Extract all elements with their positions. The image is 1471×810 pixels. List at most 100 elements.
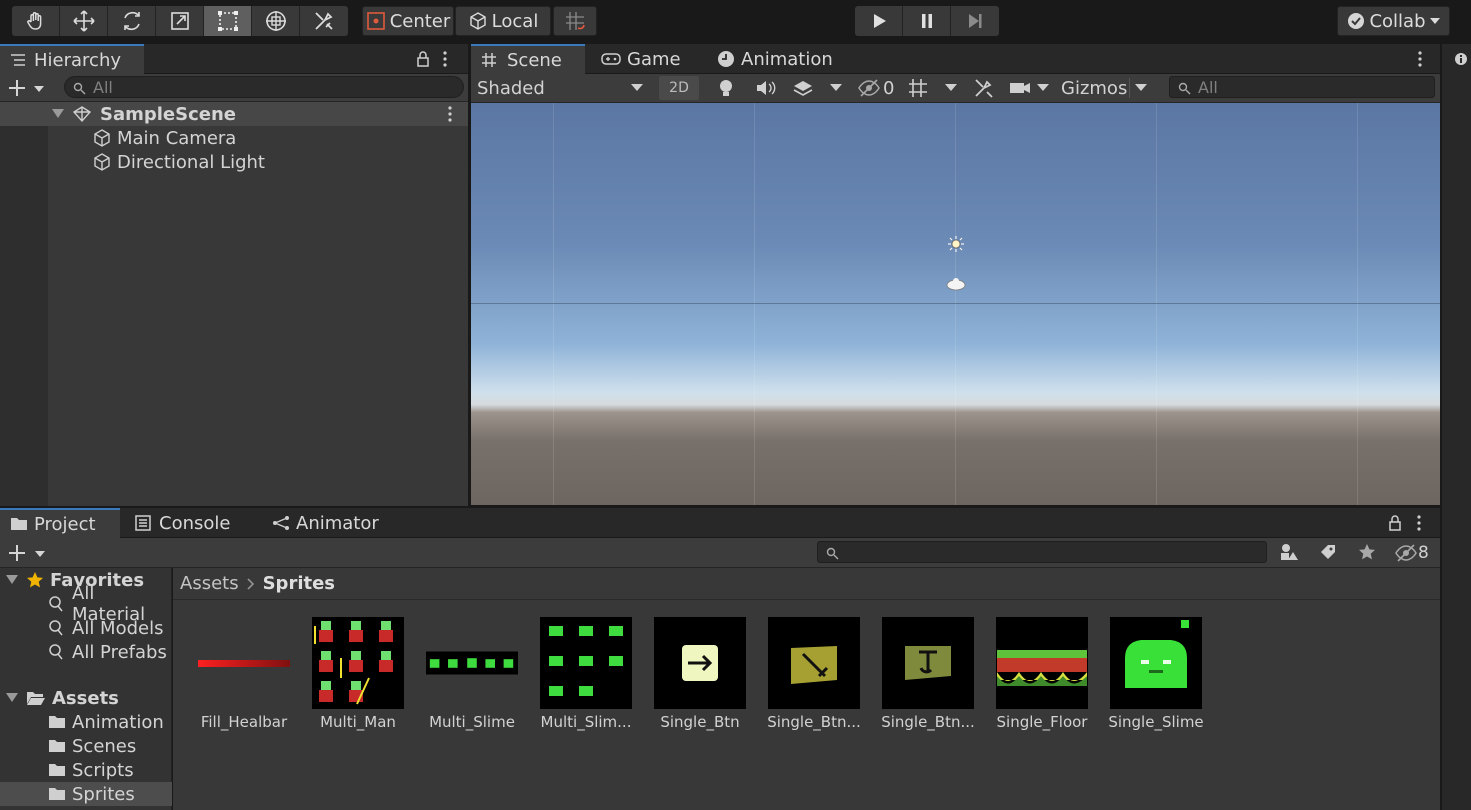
breadcrumb: Assets Sprites: [173, 568, 1440, 600]
folder-item[interactable]: Scripts: [0, 758, 172, 782]
search-by-type-icon[interactable]: [1279, 542, 1299, 562]
hierarchy-item[interactable]: Main Camera: [0, 126, 468, 150]
scene-viewport[interactable]: [471, 103, 1440, 505]
gizmos-label: Gizmos: [1061, 77, 1128, 99]
hidden-objects-toggle[interactable]: 0: [851, 74, 901, 102]
favorite-star-icon[interactable]: [1358, 543, 1376, 561]
sprite-label: Single_Btn...: [767, 713, 861, 731]
sprite-thumbnail: [768, 617, 860, 709]
hierarchy-item[interactable]: Directional Light: [0, 150, 468, 174]
effects-dropdown-icon[interactable]: [830, 84, 842, 92]
assets-header[interactable]: Assets: [0, 686, 172, 710]
move-tool-icon[interactable]: [60, 6, 108, 36]
effects-layers-icon[interactable]: [792, 78, 814, 98]
tab-game[interactable]: Game: [591, 44, 691, 74]
sprite-asset[interactable]: Single_Slime: [1100, 617, 1212, 731]
tab-animation[interactable]: Animation: [707, 44, 843, 74]
audio-speaker-icon[interactable]: [755, 79, 777, 97]
sprite-asset[interactable]: Multi_Slim...: [530, 617, 642, 731]
tools-wrench-icon[interactable]: [973, 78, 995, 98]
tab-console[interactable]: Console: [125, 508, 240, 538]
scene-search-input[interactable]: All: [1169, 76, 1435, 98]
playmode-controls: [855, 6, 999, 36]
sprite-asset[interactable]: Single_Floor: [986, 617, 1098, 731]
expand-arrow-icon[interactable]: [6, 575, 18, 585]
multi-slime-preview: [426, 651, 518, 675]
snap-grid-button[interactable]: [553, 6, 597, 36]
search-icon: [48, 643, 64, 661]
rect-tool-icon[interactable]: [204, 6, 252, 36]
create-asset-button[interactable]: [8, 543, 46, 563]
main-camera-gizmo-icon[interactable]: [945, 276, 967, 292]
camera-dropdown-icon[interactable]: [1037, 84, 1049, 92]
scale-tool-icon[interactable]: [156, 6, 204, 36]
chevron-down-icon: [1429, 17, 1440, 25]
project-search-input[interactable]: [817, 541, 1267, 563]
sprite-asset[interactable]: Multi_Slime: [416, 617, 528, 731]
hidden-packages-toggle[interactable]: 8: [1394, 541, 1438, 565]
scene-toolbar: Shaded 2D 0 Gizmos All: [471, 74, 1440, 103]
tab-animator[interactable]: Animator: [262, 508, 389, 538]
space-toggle-button[interactable]: Local: [455, 6, 551, 36]
sprite-asset[interactable]: Single_Btn...: [872, 617, 984, 731]
sprite-thumbnail: [312, 617, 404, 709]
lighting-bulb-icon[interactable]: [717, 78, 735, 98]
custom-tool-icon[interactable]: [300, 6, 348, 36]
project-folder-tree: Favorites All Material All Models All Pr…: [0, 568, 172, 810]
transform-tool-icon[interactable]: [252, 6, 300, 36]
step-button[interactable]: [951, 6, 999, 36]
collab-dropdown[interactable]: Collab: [1337, 6, 1450, 36]
pause-button[interactable]: [903, 6, 951, 36]
list-icon: [10, 53, 26, 67]
tab-hierarchy[interactable]: Hierarchy: [0, 44, 144, 74]
star-icon: [26, 571, 44, 589]
folder-item[interactable]: Scenes: [0, 734, 172, 758]
info-icon[interactable]: [1455, 52, 1467, 66]
pivot-toggle-button[interactable]: Center: [362, 6, 454, 36]
pivot-center-icon: [366, 11, 386, 31]
sprite-asset[interactable]: Multi_Man: [302, 617, 414, 731]
expand-arrow-icon[interactable]: [6, 693, 18, 703]
shading-mode-dropdown[interactable]: Shaded: [471, 74, 651, 102]
breadcrumb-sprites[interactable]: Sprites: [263, 573, 335, 594]
rotate-tool-icon[interactable]: [108, 6, 156, 36]
sprite-label: Multi_Slim...: [540, 713, 632, 731]
sprite-asset[interactable]: Single_Btn: [644, 617, 756, 731]
gizmos-dropdown[interactable]: Gizmos: [1057, 74, 1153, 102]
expand-arrow-icon[interactable]: [52, 109, 64, 119]
favorite-item[interactable]: All Models: [0, 616, 172, 640]
search-by-label-icon[interactable]: [1319, 543, 1337, 561]
more-options-icon[interactable]: [1416, 515, 1422, 531]
collab-label: Collab: [1369, 10, 1426, 32]
scene-more-icon[interactable]: [447, 106, 453, 122]
scene-more-options-icon[interactable]: [1417, 51, 1423, 67]
folder-item-selected[interactable]: Sprites: [0, 782, 172, 806]
grid-snap-icon[interactable]: [907, 77, 929, 99]
lock-icon[interactable]: [416, 51, 430, 67]
favorite-item[interactable]: All Material: [0, 583, 172, 625]
more-options-icon[interactable]: [442, 51, 448, 67]
folder-icon: [48, 787, 66, 801]
hand-tool-icon[interactable]: [12, 6, 60, 36]
gameobject-cube-icon: [92, 128, 112, 148]
grid-dropdown-icon[interactable]: [945, 84, 957, 92]
sprite-asset[interactable]: Single_Btn...: [758, 617, 870, 731]
hidden-count: 0: [883, 77, 895, 99]
sprite-asset[interactable]: Fill_Healbar: [188, 617, 300, 731]
favorite-item[interactable]: All Prefabs: [0, 640, 172, 664]
sprite-thumbnail: [654, 617, 746, 709]
breadcrumb-assets[interactable]: Assets: [180, 573, 239, 594]
camera-icon[interactable]: [1009, 80, 1031, 96]
add-object-button[interactable]: [8, 78, 44, 98]
folder-item[interactable]: Animation: [0, 710, 172, 734]
grid-line: [1357, 103, 1358, 505]
mode-2d-toggle[interactable]: 2D: [659, 76, 699, 100]
tab-scene[interactable]: Scene: [471, 44, 585, 74]
directional-light-sun-icon[interactable]: [947, 235, 965, 253]
play-button[interactable]: [855, 6, 903, 36]
hierarchy-scene-row[interactable]: SampleScene: [0, 102, 468, 126]
tab-project[interactable]: Project: [0, 508, 120, 538]
hierarchy-search-input[interactable]: All: [64, 76, 464, 98]
hierarchy-item-label: Directional Light: [117, 151, 265, 173]
lock-icon[interactable]: [1388, 515, 1402, 531]
